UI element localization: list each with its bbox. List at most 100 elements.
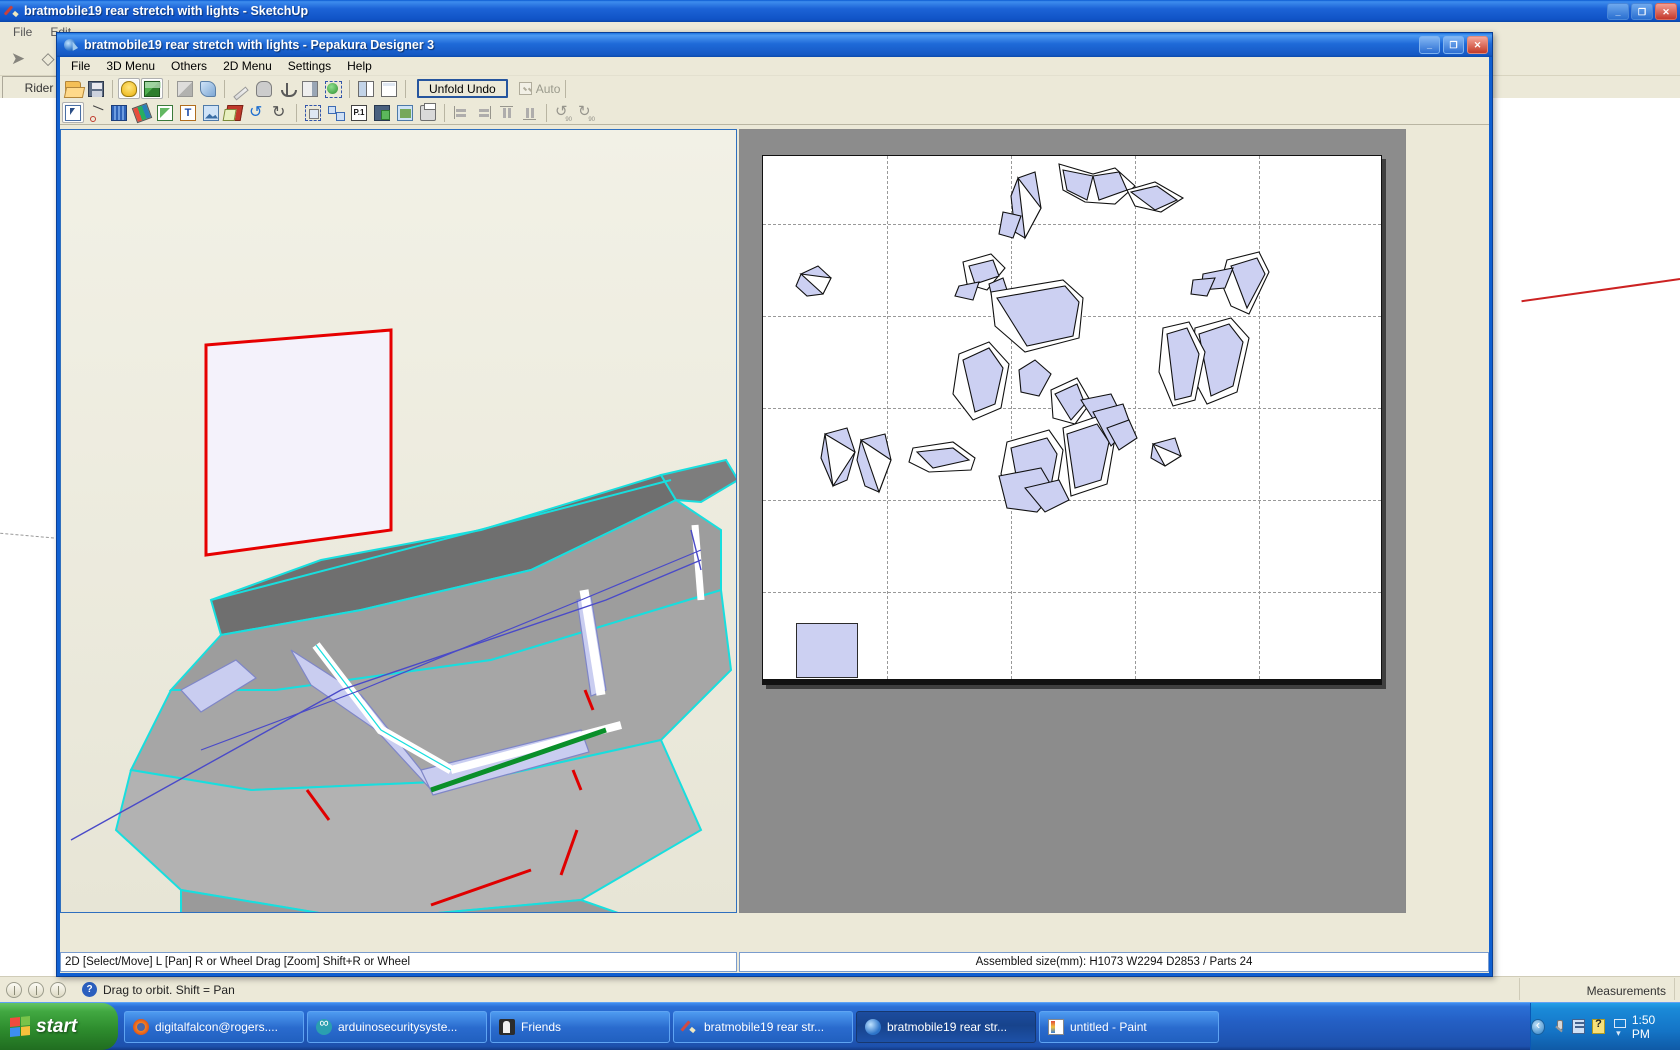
save-file-button[interactable] (85, 78, 107, 99)
green-select-icon (325, 80, 342, 98)
unfold-tool-button[interactable] (223, 102, 245, 123)
sketchup-pencil-icon (4, 3, 20, 19)
dashed-select-icon (305, 104, 321, 121)
taskbar-item-paint[interactable]: untitled - Paint (1039, 1010, 1219, 1043)
pepakura-menu-2d-menu[interactable]: 2D Menu (215, 57, 280, 75)
sketchup-status-button-1[interactable] (6, 981, 22, 998)
auto-layout-button[interactable] (325, 102, 347, 123)
panel-view-button[interactable] (299, 78, 321, 99)
layout-icon (328, 105, 345, 121)
page-setup-button[interactable]: P.1 (348, 102, 370, 123)
start-button[interactable]: start (0, 1003, 118, 1050)
align-right-icon (476, 105, 492, 121)
pepakura-2d-unfold-view[interactable] (739, 129, 1406, 913)
sketchup-restore-button[interactable]: ❐ (1631, 3, 1653, 20)
edge-edit-button[interactable] (230, 78, 252, 101)
sketchup-window-controls[interactable]: _ ❐ ✕ (1607, 3, 1677, 20)
taskbar-item-firefox-mail[interactable]: digitalfalcon@rogers.... (124, 1010, 304, 1043)
toggle-light-button[interactable] (118, 78, 140, 99)
pepakura-statusbar: 2D [Select/Move] L [Pan] R or Wheel Drag… (60, 951, 1489, 973)
cylinder-tool-button[interactable] (253, 78, 275, 99)
align-top-icon (499, 105, 515, 121)
pepakura-3d-view[interactable] (60, 129, 737, 913)
align-top-button[interactable] (496, 102, 518, 123)
unfold-undo-button[interactable]: Unfold Undo (417, 79, 508, 98)
color-cube-icon (144, 80, 161, 97)
rotate-left-90-icon (555, 102, 572, 123)
sketchup-icon (682, 1019, 698, 1035)
microphone-tray-icon[interactable] (1552, 1019, 1565, 1034)
anchor-tool-button[interactable] (276, 78, 298, 99)
auto-checkbox-box[interactable] (518, 82, 532, 95)
pepakura-paper-sheet[interactable] (762, 155, 1382, 685)
select-face-button[interactable] (322, 78, 344, 99)
pepakura-maximize-button[interactable]: ❐ (1443, 36, 1464, 54)
pepakura-part-swatch[interactable] (796, 623, 858, 678)
flat-shading-button[interactable] (174, 78, 196, 99)
sketchup-status-button-3[interactable] (50, 981, 66, 998)
pepakura-menu-file[interactable]: File (63, 57, 98, 75)
select-move-tool-button[interactable] (62, 102, 84, 123)
taskbar-item-arduino[interactable]: arduinosecuritysyste... (307, 1010, 487, 1043)
taskbar-item-friends[interactable]: Friends (490, 1010, 670, 1043)
sketchup-menu-file[interactable]: File (4, 23, 41, 41)
align-bottom-button[interactable] (519, 102, 541, 123)
auto-unfold-checkbox[interactable]: Auto (518, 82, 560, 96)
pepakura-minimize-button[interactable]: _ (1419, 36, 1440, 54)
align-left-button[interactable] (450, 102, 472, 123)
align-right-button[interactable] (473, 102, 495, 123)
print-button[interactable] (417, 102, 439, 123)
pepakura-titlebar: bratmobile19 rear stretch with lights - … (57, 33, 1492, 57)
edge-color-button[interactable] (131, 102, 153, 123)
dual-display-tray-icon[interactable] (1612, 1019, 1626, 1039)
pepakura-menu-help[interactable]: Help (339, 57, 380, 75)
sketchup-select-arrow-icon[interactable]: ➤ (4, 45, 32, 73)
gray-cube-icon (177, 80, 193, 97)
sketchup-minimize-button[interactable]: _ (1607, 3, 1629, 20)
tray-expand-icon[interactable] (1531, 1017, 1545, 1035)
single-view-button[interactable] (378, 78, 400, 99)
toolbar-separator (546, 103, 547, 122)
redo-button[interactable] (269, 102, 291, 123)
pepakura-window-controls[interactable]: _ ❐ ✕ (1419, 36, 1488, 54)
rotate-left-90-button[interactable] (552, 102, 574, 123)
taskbar-item-pepakura[interactable]: bratmobile19 rear str... (856, 1010, 1036, 1043)
save-green-icon (374, 104, 390, 121)
sketchup-scene-tab-label: Rider (24, 80, 54, 95)
save-as-button[interactable] (371, 102, 393, 123)
open-file-button[interactable] (62, 78, 84, 99)
scale-ruler-button[interactable] (108, 102, 130, 123)
taskbar-item-label: Friends (521, 1019, 562, 1034)
notes-tray-icon[interactable] (1571, 1019, 1585, 1034)
system-clock[interactable]: 1:50 PM (1632, 1013, 1670, 1041)
sketchup-close-button[interactable]: ✕ (1655, 3, 1677, 20)
export-image-icon (397, 104, 413, 121)
sketchup-minimize-glyph: _ (1615, 7, 1621, 17)
pepakura-menu-3d-menu[interactable]: 3D Menu (98, 57, 163, 75)
taskbar-item-sketchup[interactable]: bratmobile19 rear str... (673, 1010, 853, 1043)
firefox-icon (133, 1018, 149, 1035)
export-image-button[interactable] (394, 102, 416, 123)
toolbar-separator (444, 103, 445, 122)
pepakura-close-button[interactable]: ✕ (1467, 36, 1488, 54)
help-tray-icon[interactable] (1591, 1018, 1605, 1034)
pepakura-toolbar-row-1: Unfold Undo Auto (57, 76, 1492, 101)
add-text-button[interactable]: T (177, 102, 199, 123)
join-split-face-button[interactable] (85, 102, 107, 123)
sketchup-status-divider-1 (1519, 978, 1520, 1000)
pepakura-close-glyph: ✕ (1473, 40, 1482, 50)
taskbar-item-label: bratmobile19 rear str... (887, 1019, 1008, 1034)
pepakura-menu-others[interactable]: Others (163, 57, 215, 75)
split-view-button[interactable] (355, 78, 377, 99)
sketchup-status-button-2[interactable] (28, 981, 44, 998)
smooth-shading-button[interactable] (197, 78, 219, 99)
windows-taskbar: start digitalfalcon@rogers.... arduinosec… (0, 1002, 1680, 1050)
add-image-button[interactable] (200, 102, 222, 123)
sketchup-help-icon[interactable]: ? (82, 982, 97, 997)
flap-edit-button[interactable] (154, 102, 176, 123)
selection-box-button[interactable] (302, 102, 324, 123)
toggle-texture-button[interactable] (141, 78, 163, 99)
pepakura-menu-settings[interactable]: Settings (280, 57, 339, 75)
rotate-right-90-button[interactable] (575, 102, 597, 123)
undo-button[interactable] (246, 102, 268, 123)
